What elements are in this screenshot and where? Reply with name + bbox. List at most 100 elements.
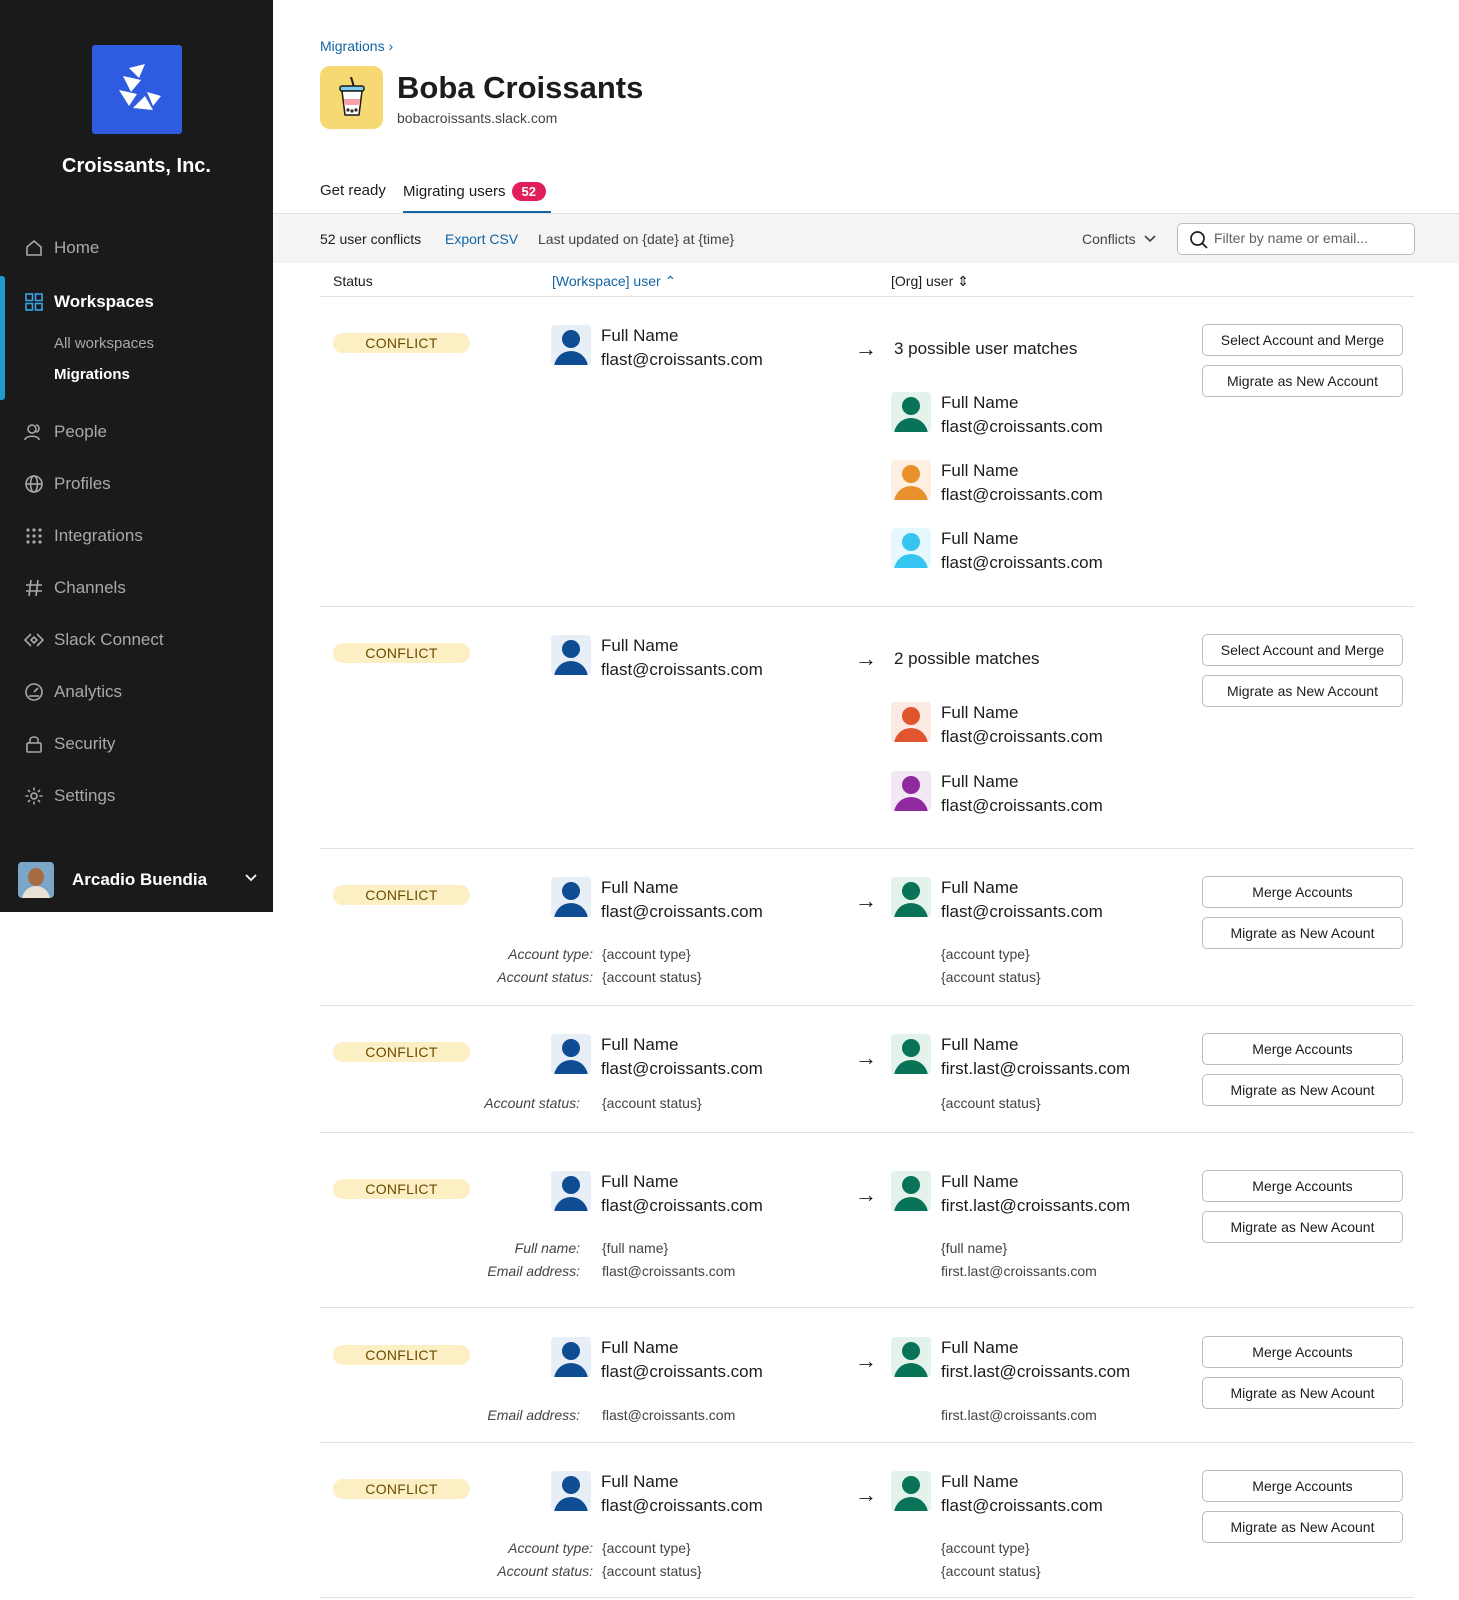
merge-accounts-button[interactable]: Merge Accounts	[1202, 1470, 1403, 1502]
select-account-merge-button[interactable]: Select Account and Merge	[1202, 324, 1403, 356]
org-user-match[interactable]: Full Name flast@croissants.com	[891, 771, 1103, 819]
gauge-icon	[24, 682, 44, 702]
toolbar: 52 user conflicts Export CSV Last update…	[273, 213, 1459, 263]
avatar	[551, 1034, 591, 1074]
chevron-down-icon[interactable]	[244, 871, 258, 890]
nav-channels[interactable]: Channels	[0, 568, 273, 608]
avatar	[891, 1471, 931, 1511]
meta-value: {full name}	[941, 1240, 1008, 1256]
org-user-match[interactable]: Full Name flast@croissants.com	[891, 528, 1103, 576]
boba-cup-icon	[338, 76, 365, 116]
status-badge: CONFLICT	[333, 1479, 470, 1499]
migrate-new-account-button[interactable]: Migrate as New Acount	[1202, 1211, 1403, 1243]
home-icon	[24, 238, 44, 258]
user-email: flast@croissants.com	[941, 727, 1103, 746]
user-name: Full Name	[941, 1338, 1019, 1357]
migrate-new-account-button[interactable]: Migrate as New Acount	[1202, 1511, 1403, 1543]
workspace-user[interactable]: Full Name flast@croissants.com	[551, 325, 763, 373]
nav-profiles[interactable]: Profiles	[0, 464, 273, 504]
user-email: flast@croissants.com	[941, 417, 1103, 436]
org-user[interactable]: Full Name flast@croissants.com	[891, 1471, 1103, 1519]
avatar	[891, 771, 931, 811]
nav-settings[interactable]: Settings	[0, 776, 273, 816]
nav-people[interactable]: People	[0, 412, 273, 452]
column-org-user[interactable]: [Org] user ⇕	[891, 273, 969, 290]
nav-all-workspaces[interactable]: All workspaces	[54, 335, 154, 352]
select-account-merge-button[interactable]: Select Account and Merge	[1202, 634, 1403, 666]
merge-accounts-button[interactable]: Merge Accounts	[1202, 1170, 1403, 1202]
meta-value: {account type}	[941, 946, 1030, 962]
row-divider	[320, 1597, 1414, 1598]
conflicts-dropdown[interactable]: Conflicts	[1082, 231, 1156, 247]
export-csv-link[interactable]: Export CSV	[445, 231, 518, 247]
workspace-user[interactable]: Full Name flast@croissants.com	[551, 1471, 763, 1519]
meta-label: Email address:	[487, 1263, 580, 1279]
avatar	[891, 392, 931, 432]
migrate-new-account-button[interactable]: Migrate as New Acount	[1202, 1377, 1403, 1409]
user-name: Full Name	[941, 1035, 1019, 1054]
user-email: flast@croissants.com	[941, 796, 1103, 815]
nav-slack-connect[interactable]: Slack Connect	[0, 620, 273, 660]
filter-search[interactable]	[1177, 223, 1415, 255]
workspace-domain: bobacroissants.slack.com	[397, 110, 558, 126]
tab-migrating-users-label: Migrating users	[403, 183, 506, 200]
user-name: Full Name	[941, 461, 1019, 480]
nav-analytics[interactable]: Analytics	[0, 672, 273, 712]
user-email: flast@croissants.com	[941, 553, 1103, 572]
nav-migrations[interactable]: Migrations	[54, 366, 130, 383]
user-email: flast@croissants.com	[601, 1496, 763, 1515]
column-status[interactable]: Status	[333, 273, 373, 289]
meta-value: flast@croissants.com	[602, 1407, 736, 1423]
org-user-match[interactable]: Full Name flast@croissants.com	[891, 392, 1103, 440]
avatar	[891, 460, 931, 500]
workspace-user[interactable]: Full Name flast@croissants.com	[551, 1034, 763, 1082]
migrate-new-account-button[interactable]: Migrate as New Account	[1202, 675, 1403, 707]
migrate-new-account-button[interactable]: Migrate as New Acount	[1202, 917, 1403, 949]
merge-accounts-button[interactable]: Merge Accounts	[1202, 876, 1403, 908]
org-user[interactable]: Full Name first.last@croissants.com	[891, 1337, 1130, 1385]
org-user[interactable]: Full Name first.last@croissants.com	[891, 1034, 1130, 1082]
merge-accounts-button[interactable]: Merge Accounts	[1202, 1033, 1403, 1065]
user-email: flast@croissants.com	[941, 902, 1103, 921]
migrate-new-account-button[interactable]: Migrate as New Account	[1202, 365, 1403, 397]
user-email: flast@croissants.com	[941, 485, 1103, 504]
avatar	[551, 325, 591, 365]
org-user-match[interactable]: Full Name flast@croissants.com	[891, 702, 1103, 750]
nav-integrations[interactable]: Integrations	[0, 516, 273, 556]
avatar	[551, 1471, 591, 1511]
breadcrumb[interactable]: Migrations ›	[320, 38, 393, 54]
tab-get-ready[interactable]: Get ready	[320, 182, 386, 199]
nav-integrations-label: Integrations	[54, 526, 143, 545]
current-user-menu[interactable]: Arcadio Buendia	[18, 862, 258, 898]
org-user[interactable]: Full Name first.last@croissants.com	[891, 1171, 1130, 1219]
nav-security[interactable]: Security	[0, 724, 273, 764]
workspace-user[interactable]: Full Name flast@croissants.com	[551, 877, 763, 925]
nav-people-label: People	[54, 422, 107, 441]
avatar	[891, 702, 931, 742]
nav-analytics-label: Analytics	[54, 682, 123, 701]
user-name: Full Name	[941, 878, 1019, 897]
sidebar: Croissants, Inc. Home Workspaces All wor…	[0, 0, 273, 912]
tab-migrating-users[interactable]: Migrating users 52	[403, 182, 547, 201]
arrow-right-icon: →	[855, 336, 877, 361]
meta-label: Account type:	[508, 946, 593, 962]
row-divider	[320, 1132, 1414, 1133]
column-workspace-user[interactable]: [Workspace] user ⌃	[552, 273, 676, 290]
search-input[interactable]	[1214, 230, 1404, 246]
workspace-user[interactable]: Full Name flast@croissants.com	[551, 1171, 763, 1219]
nav-workspaces[interactable]: Workspaces	[0, 282, 273, 322]
org-name: Croissants, Inc.	[62, 155, 211, 177]
user-name: Full Name	[941, 529, 1019, 548]
workspace-user[interactable]: Full Name flast@croissants.com	[551, 635, 763, 683]
migrate-new-account-button[interactable]: Migrate as New Acount	[1202, 1074, 1403, 1106]
org-user-match[interactable]: Full Name flast@croissants.com	[891, 460, 1103, 508]
user-name: Full Name	[601, 326, 679, 345]
row-divider	[320, 1307, 1414, 1308]
dots-grid-icon	[24, 526, 44, 546]
workspace-user[interactable]: Full Name flast@croissants.com	[551, 1337, 763, 1385]
arrow-right-icon: →	[855, 1182, 877, 1207]
nav-home[interactable]: Home	[0, 228, 273, 268]
org-logo[interactable]	[92, 45, 182, 134]
merge-accounts-button[interactable]: Merge Accounts	[1202, 1336, 1403, 1368]
org-user[interactable]: Full Name flast@croissants.com	[891, 877, 1103, 925]
